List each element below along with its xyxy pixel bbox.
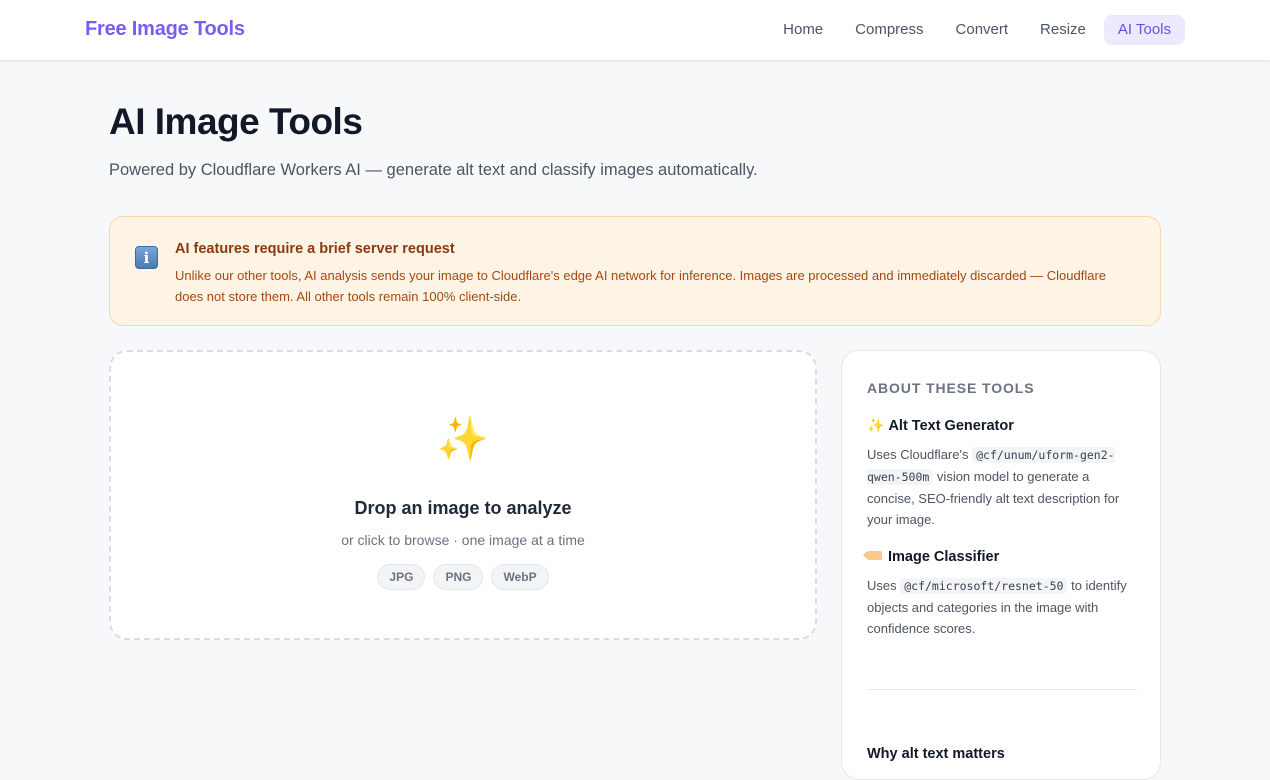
notice-title: AI features require a brief server reque… [175,241,455,257]
label-icon [863,551,882,560]
server-request-notice: i AI features require a brief server req… [109,216,1161,326]
tool-title-text: Alt Text Generator [888,418,1014,434]
tool-desc-prefix: Uses Cloudflare's [867,447,973,462]
panel-divider [867,689,1137,690]
nav-ai-tools[interactable]: AI Tools [1103,15,1185,45]
nav-home[interactable]: Home [769,15,837,45]
page-title: AI Image Tools [109,101,363,142]
top-navbar: Free Image Tools Home Compress Convert R… [0,0,1270,61]
alt-text-tool-desc: Uses Cloudflare's @cf/unum/uform-gen2-qw… [867,444,1139,530]
panel-heading: ABOUT THESE TOOLS [867,380,1035,396]
about-tools-panel: ABOUT THESE TOOLS ✨ Alt Text Generator Us… [841,350,1161,780]
classifier-tool-title: Image Classifier [863,549,1000,565]
tool-desc-prefix: Uses [867,578,901,593]
nav-resize[interactable]: Resize [1026,15,1100,45]
info-icon: i [135,246,158,269]
classifier-tool-desc: Uses @cf/microsoft/resnet-50 to identify… [867,575,1139,639]
sparkles-icon: ✨ [436,414,490,463]
main-nav: Home Compress Convert Resize AI Tools [769,15,1185,45]
brand-logo[interactable]: Free Image Tools [85,18,245,41]
format-chip-png: PNG [433,564,484,590]
format-list: JPG PNG WebP [111,564,815,590]
tool-title-text: Image Classifier [888,549,1000,565]
image-dropzone[interactable]: ✨ Drop an image to analyze or click to b… [109,350,817,640]
dropzone-title: Drop an image to analyze [354,498,572,518]
sparkles-icon: ✨ [867,417,885,433]
format-chip-jpg: JPG [377,564,426,590]
alt-text-tool-title: ✨ Alt Text Generator [867,417,1014,434]
notice-body: Unlike our other tools, AI analysis send… [175,268,1107,304]
nav-convert[interactable]: Convert [942,15,1023,45]
dropzone-subtitle: or click to browse · one image at a time [341,532,585,548]
model-name: @cf/microsoft/resnet-50 [900,578,1068,594]
nav-compress[interactable]: Compress [841,15,937,45]
page-subtitle: Powered by Cloudflare Workers AI — gener… [109,161,758,179]
format-chip-webp: WebP [491,564,549,590]
